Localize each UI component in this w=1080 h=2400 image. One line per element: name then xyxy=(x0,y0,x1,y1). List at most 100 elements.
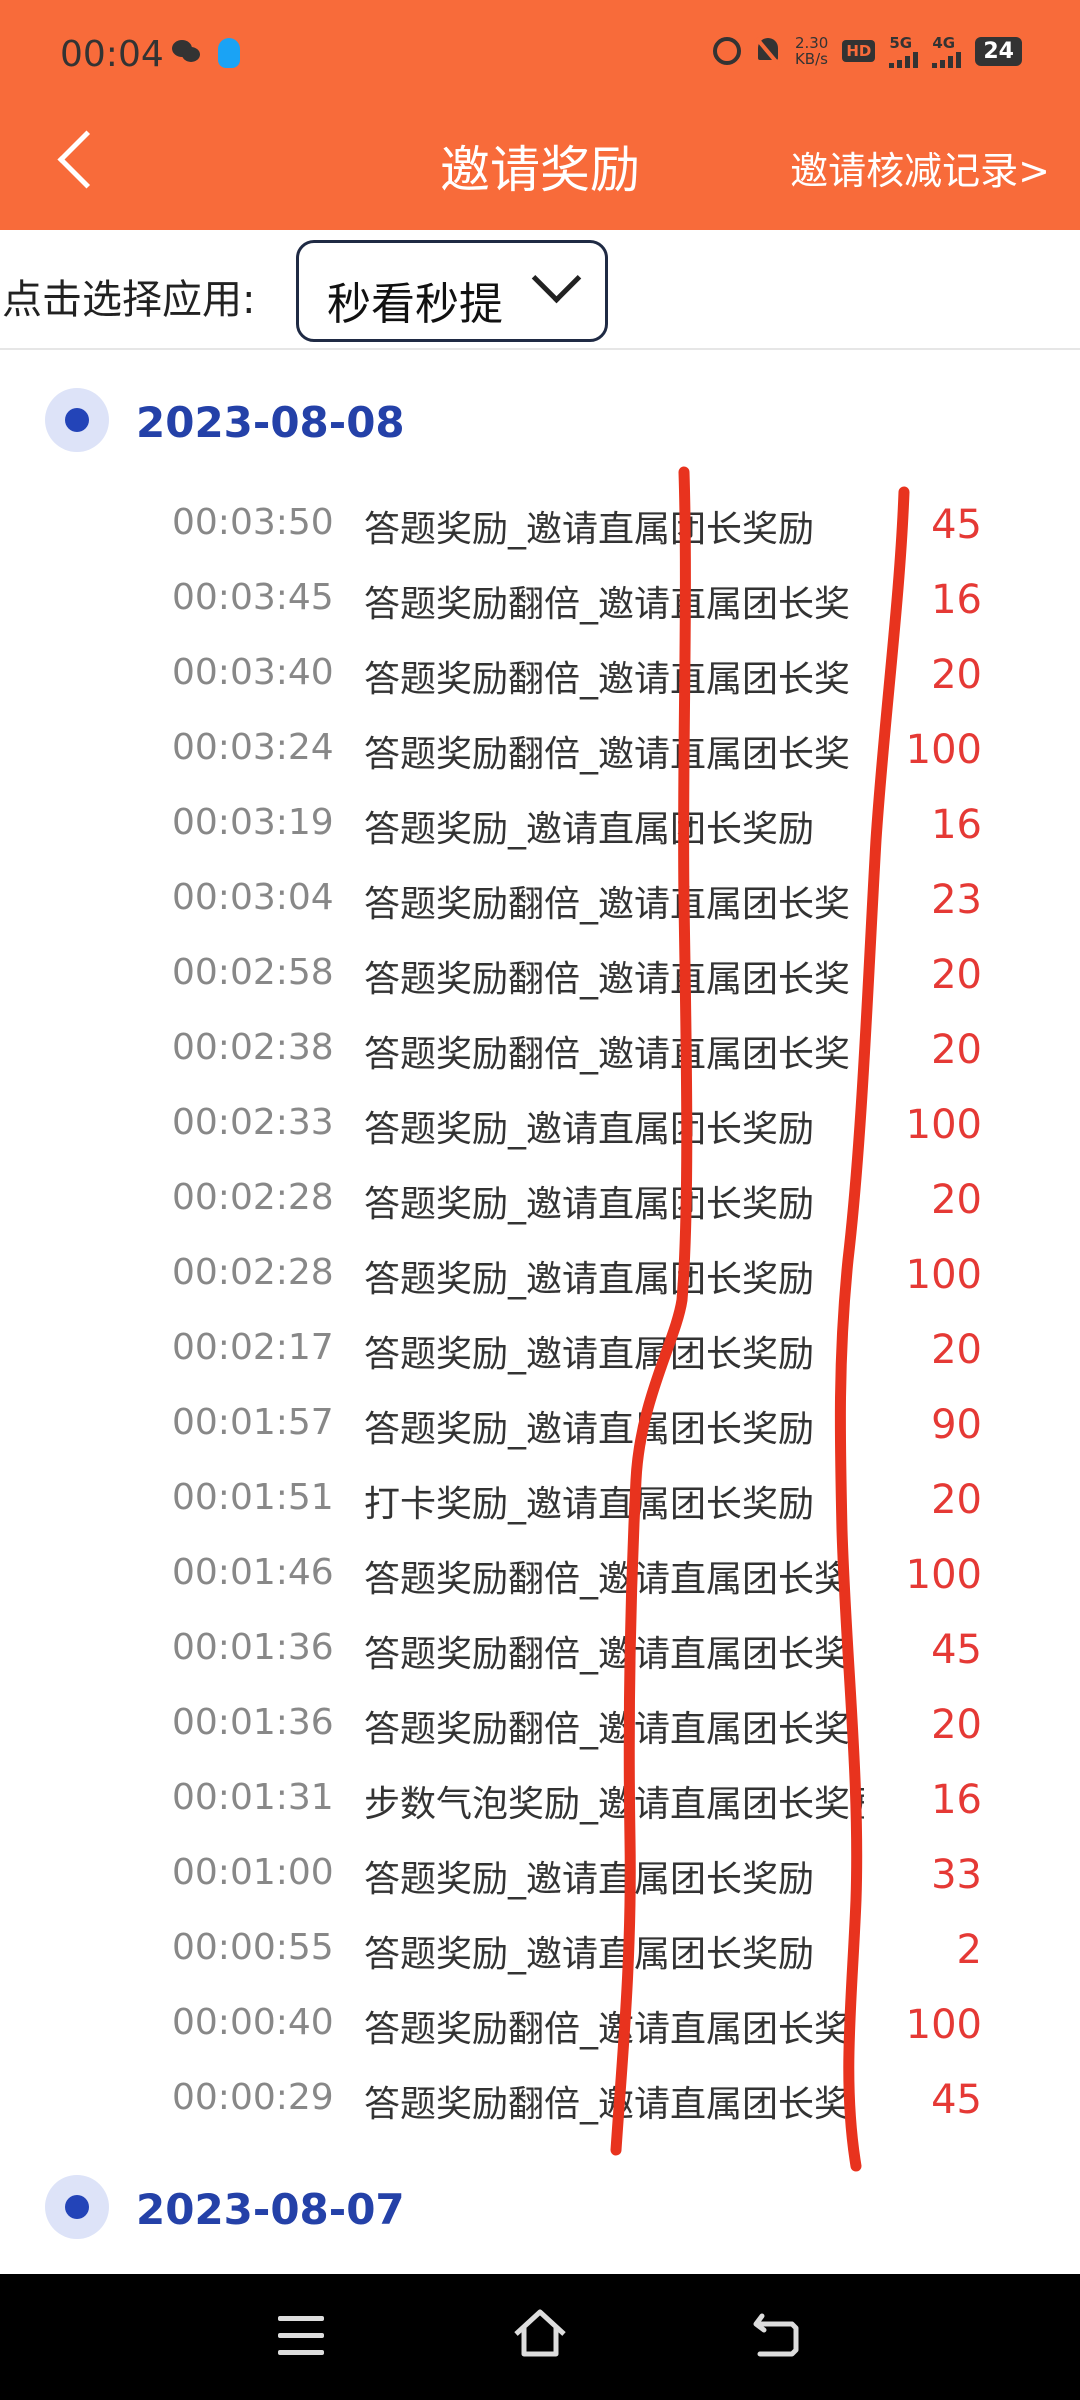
record-row: 00:02:38 答题奖励翻倍_邀请直属团长奖 20 xyxy=(0,1015,1080,1090)
record-row: 00:01:36 答题奖励翻倍_邀请直属团长奖 20 xyxy=(0,1690,1080,1765)
record-row: 00:01:51 打卡奖励_邀请直属团长奖励 20 xyxy=(0,1465,1080,1540)
record-time: 00:02:17 xyxy=(172,1327,334,1368)
app-select-dropdown[interactable]: 秒看秒提 xyxy=(296,240,608,342)
record-row: 00:03:50 答题奖励_邀请直属团长奖励 45 xyxy=(0,490,1080,565)
record-description: 答题奖励翻倍_邀请直属团长奖 xyxy=(364,584,851,625)
record-description: 打卡奖励_邀请直属团长奖励 xyxy=(364,1484,815,1525)
status-indicators: 2.30 KB/s HD 5G 4G 24 xyxy=(712,34,1022,68)
record-amount: 100 xyxy=(905,2002,982,2048)
record-time: 00:01:31 xyxy=(172,1777,334,1818)
record-description: 答题奖励翻倍_邀请直属团长奖 xyxy=(364,2009,851,2050)
record-row: 00:01:00 答题奖励_邀请直属团长奖励 33 xyxy=(0,1840,1080,1915)
record-description: 答题奖励翻倍_邀请直属团长奖 xyxy=(364,2084,851,2125)
record-amount: 20 xyxy=(931,1027,982,1073)
record-time: 00:01:57 xyxy=(172,1402,334,1443)
network-speed-value: 2.30 xyxy=(794,34,829,52)
menu-icon[interactable] xyxy=(278,2316,324,2356)
record-row: 00:03:45 答题奖励翻倍_邀请直属团长奖 16 xyxy=(0,565,1080,640)
record-time: 00:02:28 xyxy=(172,1252,334,1293)
back-icon[interactable] xyxy=(752,2310,804,2360)
record-amount: 100 xyxy=(905,1252,982,1298)
record-description: 答题奖励_邀请直属团长奖励 xyxy=(364,1109,815,1150)
record-row: 00:00:40 答题奖励翻倍_邀请直属团长奖 100 xyxy=(0,1990,1080,2065)
record-row: 00:01:36 答题奖励翻倍_邀请直属团长奖 45 xyxy=(0,1615,1080,1690)
status-time: 00:04 xyxy=(60,34,164,75)
record-amount: 45 xyxy=(931,502,982,548)
record-time: 00:01:46 xyxy=(172,1552,334,1593)
reward-record-list: 00:03:50 答题奖励_邀请直属团长奖励 45 00:03:45 答题奖励翻倍_邀请… xyxy=(0,490,1080,2140)
record-time: 00:03:50 xyxy=(172,502,334,543)
record-time: 00:02:58 xyxy=(172,952,334,993)
signal-4g-icon: 4G xyxy=(932,34,962,68)
app-header: 00:04 2.30 KB/s HD 5G 4G 24 邀请奖励 邀请核减记录> xyxy=(0,0,1080,230)
record-description: 答题奖励翻倍_邀请直属团长奖 xyxy=(364,959,851,1000)
record-amount: 2 xyxy=(956,1927,982,1973)
record-amount: 20 xyxy=(931,1177,982,1223)
record-time: 00:00:29 xyxy=(172,2077,334,2118)
notification-icons xyxy=(172,38,240,68)
date-header: 2023-08-07 xyxy=(136,2185,405,2234)
record-row: 00:03:04 答题奖励翻倍_邀请直属团长奖 23 xyxy=(0,865,1080,940)
signal-5g-icon: 5G xyxy=(889,34,919,68)
record-time: 00:01:51 xyxy=(172,1477,334,1518)
record-time: 00:02:33 xyxy=(172,1102,334,1143)
hd-icon: HD xyxy=(842,40,876,62)
chevron-down-icon xyxy=(531,253,582,304)
date-header: 2023-08-08 xyxy=(136,398,405,447)
record-row: 00:01:57 答题奖励_邀请直属团长奖励 90 xyxy=(0,1390,1080,1465)
record-description: 答题奖励翻倍_邀请直属团长奖 xyxy=(364,734,851,775)
record-amount: 20 xyxy=(931,952,982,998)
record-description: 答题奖励_邀请直属团长奖励 xyxy=(364,1259,815,1300)
home-icon[interactable] xyxy=(510,2304,570,2364)
record-description: 答题奖励_邀请直属团长奖励 xyxy=(364,1859,815,1900)
record-amount: 20 xyxy=(931,1702,982,1748)
signal-5g-label: 5G xyxy=(889,34,913,52)
record-amount: 20 xyxy=(931,1327,982,1373)
record-row: 00:03:19 答题奖励_邀请直属团长奖励 16 xyxy=(0,790,1080,865)
signal-4g-label: 4G xyxy=(932,34,956,52)
record-amount: 16 xyxy=(931,802,982,848)
record-amount: 100 xyxy=(905,727,982,773)
record-description: 答题奖励翻倍_邀请直属团长奖 xyxy=(364,1034,851,1075)
record-row: 00:02:28 答题奖励_邀请直属团长奖励 20 xyxy=(0,1165,1080,1240)
record-time: 00:03:19 xyxy=(172,802,334,843)
record-time: 00:00:55 xyxy=(172,1927,334,1968)
record-description: 答题奖励_邀请直属团长奖励 xyxy=(364,1409,815,1450)
record-time: 00:03:40 xyxy=(172,652,334,693)
qq-icon xyxy=(218,38,240,68)
record-time: 00:03:45 xyxy=(172,577,334,618)
record-time: 00:00:40 xyxy=(172,2002,334,2043)
app-selector-row: 点击选择应用: 秒看秒提 xyxy=(0,230,1080,350)
record-amount: 90 xyxy=(931,1402,982,1448)
record-description: 答题奖励_邀请直属团长奖励 xyxy=(364,1934,815,1975)
record-time: 00:01:36 xyxy=(172,1702,334,1743)
record-amount: 45 xyxy=(931,1627,982,1673)
record-row: 00:01:46 答题奖励翻倍_邀请直属团长奖 100 xyxy=(0,1540,1080,1615)
bell-off-icon xyxy=(755,36,781,66)
record-amount: 16 xyxy=(931,1777,982,1823)
record-row: 00:03:40 答题奖励翻倍_邀请直属团长奖 20 xyxy=(0,640,1080,715)
record-row: 00:01:31 步数气泡奖励_邀请直属团长奖励 16 xyxy=(0,1765,1080,1840)
invite-deduction-records-link[interactable]: 邀请核减记录> xyxy=(790,140,1050,195)
record-description: 答题奖励翻倍_邀请直属团长奖 xyxy=(364,1634,851,1675)
record-amount: 33 xyxy=(931,1852,982,1898)
record-amount: 100 xyxy=(905,1102,982,1148)
record-description: 答题奖励_邀请直属团长奖励 xyxy=(364,1184,815,1225)
record-time: 00:01:00 xyxy=(172,1852,334,1893)
system-navigation-bar xyxy=(0,2274,1080,2400)
record-row: 00:00:55 答题奖励_邀请直属团长奖励 2 xyxy=(0,1915,1080,1990)
record-description: 答题奖励翻倍_邀请直属团长奖 xyxy=(364,884,851,925)
record-description: 答题奖励翻倍_邀请直属团长奖 xyxy=(364,1709,851,1750)
app-selector-label: 点击选择应用: xyxy=(2,277,256,323)
timeline-dot-icon xyxy=(45,388,109,452)
app-select-value: 秒看秒提 xyxy=(327,279,503,330)
record-row: 00:02:17 答题奖励_邀请直属团长奖励 20 xyxy=(0,1315,1080,1390)
network-speed-unit: KB/s xyxy=(794,50,828,68)
record-description: 答题奖励翻倍_邀请直属团长奖 xyxy=(364,659,851,700)
record-amount: 20 xyxy=(931,1477,982,1523)
record-description: 答题奖励_邀请直属团长奖励 xyxy=(364,1334,815,1375)
record-amount: 20 xyxy=(931,652,982,698)
record-row: 00:03:24 答题奖励翻倍_邀请直属团长奖 100 xyxy=(0,715,1080,790)
record-amount: 45 xyxy=(931,2077,982,2123)
record-description: 答题奖励_邀请直属团长奖励 xyxy=(364,809,815,850)
